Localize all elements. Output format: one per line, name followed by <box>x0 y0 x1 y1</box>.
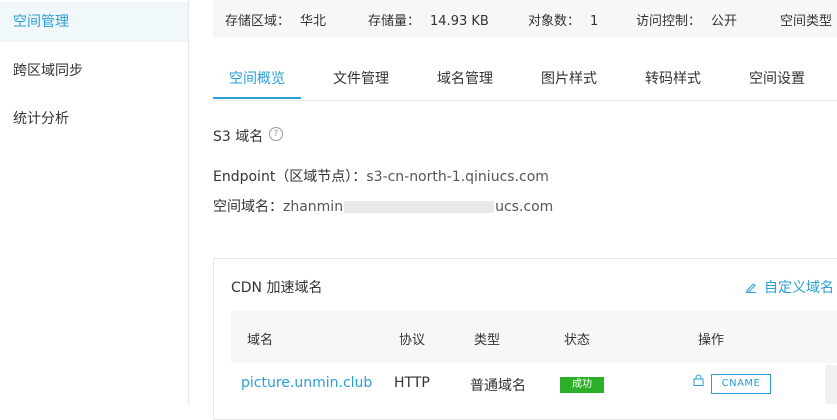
space-domain-suffix: ucs.com <box>495 199 554 215</box>
column-header-type: 类型 <box>474 333 501 348</box>
active-tab-indicator <box>213 97 301 99</box>
column-header-protocol: 协议 <box>399 333 426 348</box>
tab-overview[interactable]: 空间概览 <box>229 68 285 88</box>
endpoint-value: s3-cn-north-1.qiniucs.com <box>366 169 549 185</box>
cdn-type: 普通域名 <box>470 378 526 394</box>
space-domain-row: 空间域名：zhanmin ucs.com <box>213 196 553 216</box>
column-header-domain: 域名 <box>247 333 274 348</box>
status-badge: 成功 <box>560 377 604 393</box>
help-icon[interactable]: ? <box>269 127 283 141</box>
storage-value: 14.93 KB <box>430 14 489 29</box>
cdn-table-header: 域名 协议 类型 状态 操作 <box>231 311 837 363</box>
scrollbar-corner <box>825 365 837 404</box>
sidebar-item-label: 空间管理 <box>13 14 69 30</box>
endpoint-label: Endpoint（区域节点）： <box>213 169 367 185</box>
column-header-action: 操作 <box>698 333 725 348</box>
sidebar-item-cross-region-sync[interactable]: 跨区域同步 <box>0 51 188 91</box>
cdn-domain-card: CDN 加速域名 自定义域名 域名 协议 类型 状态 操作 picture.un… <box>213 258 837 420</box>
sidebar-item-label: 跨区域同步 <box>13 63 83 79</box>
region-label: 存储区域： <box>225 14 291 29</box>
type-label: 空间类型 <box>780 14 833 29</box>
custom-domain-label: 自定义域名 <box>764 280 834 296</box>
redacted-block <box>344 201 495 213</box>
region-info: 存储区域： 华北 <box>225 10 326 29</box>
main-content: 存储区域： 华北 存储量： 14.93 KB 对象数： 1 访问控制： 公开 空间类型 … <box>189 0 837 420</box>
tab-domain-management[interactable]: 域名管理 <box>437 68 493 88</box>
space-domain-label: 空间域名： <box>213 199 283 215</box>
custom-domain-link[interactable]: 自定义域名 <box>744 277 834 297</box>
sidebar-item-statistics[interactable]: 统计分析 <box>0 99 188 139</box>
table-row: picture.unmin.club HTTP 普通域名 成功 CNAME <box>231 363 837 409</box>
lock-icon <box>693 374 704 390</box>
objects-label: 对象数： <box>528 14 581 29</box>
edit-icon <box>744 280 758 296</box>
access-info: 访问控制： 公开 <box>636 10 737 29</box>
tab-file-management[interactable]: 文件管理 <box>333 68 389 88</box>
space-domain-prefix: zhanmin <box>283 199 344 215</box>
sidebar-item-space-management[interactable]: 空间管理 <box>0 2 188 42</box>
sidebar: 空间管理 跨区域同步 统计分析 <box>0 0 189 404</box>
tab-bar: 空间概览 文件管理 域名管理 图片样式 转码样式 空间设置 <box>213 60 837 101</box>
s3-domain-title: S3 域名 <box>213 129 264 145</box>
cdn-protocol: HTTP <box>394 375 430 391</box>
cdn-domain-link[interactable]: picture.unmin.club <box>241 375 372 391</box>
sidebar-item-label: 统计分析 <box>13 111 69 127</box>
endpoint-row: Endpoint（区域节点）：s3-cn-north-1.qiniucs.com <box>213 166 549 186</box>
tab-image-styles[interactable]: 图片样式 <box>541 68 597 88</box>
region-value: 华北 <box>300 14 327 29</box>
tab-transcode-styles[interactable]: 转码样式 <box>645 68 701 88</box>
tab-space-settings[interactable]: 空间设置 <box>749 68 805 88</box>
bucket-info-bar: 存储区域： 华北 存储量： 14.93 KB 对象数： 1 访问控制： 公开 空间类型 <box>213 0 837 38</box>
column-header-status: 状态 <box>564 333 591 348</box>
storage-info: 存储量： 14.93 KB <box>368 10 489 29</box>
objects-info: 对象数： 1 <box>528 10 598 29</box>
access-value: 公开 <box>711 14 738 29</box>
cname-button[interactable]: CNAME <box>711 374 771 394</box>
objects-value: 1 <box>590 14 599 29</box>
storage-label: 存储量： <box>368 14 421 29</box>
access-label: 访问控制： <box>636 14 702 29</box>
cdn-title: CDN 加速域名 <box>231 280 323 296</box>
